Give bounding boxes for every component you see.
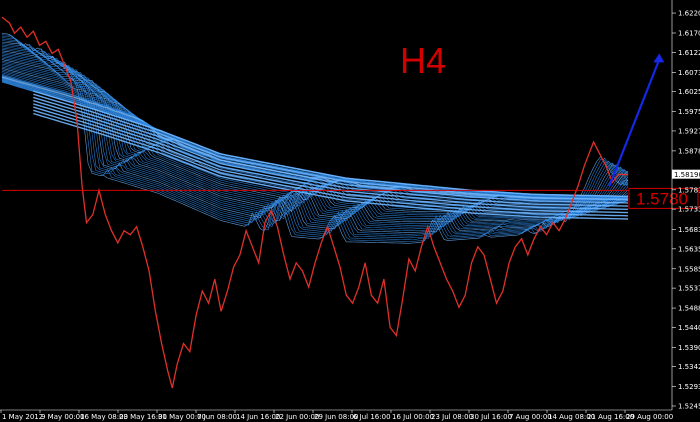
ma-line [1, 35, 629, 241]
chart-window[interactable]: 1.5780 1.622001.617051.612251.607301.602… [0, 0, 700, 422]
price-tick-label: 1.62200 [678, 10, 700, 18]
price-tick-label: 1.55375 [678, 285, 700, 293]
price-tick-label: 1.53905 [678, 344, 700, 352]
price-tick-label: 1.57815 [678, 186, 700, 194]
price-tick-label: 1.52450 [678, 403, 700, 411]
time-tick-label: 7 Aug 00:00 [509, 413, 552, 421]
price-tick-label: 1.61705 [678, 30, 700, 38]
time-tick-label: 23 Jul 08:00 [431, 413, 473, 421]
time-tick-label: 6 Jul 16:00 [353, 413, 391, 421]
price-tick-label: 1.54400 [678, 324, 700, 332]
arrow-shaft [608, 58, 661, 187]
time-tick-label: 29 Jun 08:00 [314, 413, 358, 421]
price-tick-label: 1.61225 [678, 49, 700, 57]
time-tick-label: 9 May 00:00 [41, 413, 85, 421]
time-tick-label: 29 Aug 00:00 [626, 413, 673, 421]
time-axis[interactable]: 1 May 20129 May 00:0016 May 08:0023 May … [0, 409, 673, 421]
timeframe-label: H4 [400, 40, 446, 81]
ma-line [33, 112, 629, 220]
time-tick-label: 22 Jun 00:00 [275, 413, 319, 421]
price-tick-label: 1.52930 [678, 383, 700, 391]
time-tick-label: 16 Jul 00:00 [392, 413, 434, 421]
price-tick-label: 1.60250 [678, 88, 700, 96]
current-price-label: 1.58190 [674, 171, 700, 179]
price-tick-label: 1.53425 [678, 363, 700, 371]
arrow-head [653, 53, 665, 63]
time-tick-label: 1 May 2012 [2, 413, 43, 421]
price-tick-label: 1.55855 [678, 265, 700, 273]
price-tick-label: 1.60730 [678, 69, 700, 77]
time-tick-label: 14 Jun 16:00 [236, 413, 280, 421]
ma-line [1, 71, 629, 204]
price-tick-label: 1.56350 [678, 245, 700, 253]
time-tick-label: 30 Jul 16:00 [470, 413, 512, 421]
price-tick-label: 1.57335 [678, 206, 700, 214]
price-tick-label: 1.59275 [678, 127, 700, 135]
price-chart[interactable]: 1.5780 1.622001.617051.612251.607301.602… [0, 0, 700, 422]
price-tick-label: 1.59755 [678, 108, 700, 116]
ma-line [1, 65, 629, 208]
price-tick-label: 1.58780 [678, 147, 700, 155]
price-tick-label: 1.56830 [678, 226, 700, 234]
trend-arrow [608, 53, 665, 187]
ma-ribbon [1, 32, 629, 244]
ma-line [1, 32, 629, 244]
time-tick-label: 7 Jun 08:00 [197, 413, 237, 421]
ma-line [1, 59, 629, 213]
price-tick-label: 1.54880 [678, 305, 700, 313]
